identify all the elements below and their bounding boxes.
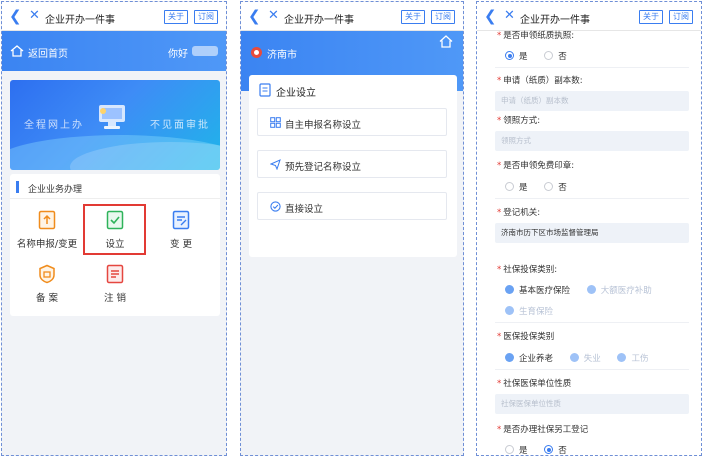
- change-item[interactable]: 变 更: [150, 206, 212, 256]
- banner-text-left: 全程网上办: [24, 120, 84, 131]
- filing-item[interactable]: 备 案: [16, 260, 78, 310]
- about-button[interactable]: 关于: [401, 10, 425, 24]
- grid-icon: [270, 117, 281, 128]
- page-title: 企业开办一件事: [45, 15, 115, 26]
- medical-insurance-label: * 医保投保类别: [497, 332, 555, 342]
- document-upload-icon: [38, 210, 56, 230]
- promo-banner: 全程网上办 不见面审批: [10, 80, 220, 170]
- paper-license-radio-group[interactable]: 是 否: [505, 50, 581, 62]
- greeting-text: 你好: [168, 49, 188, 60]
- page-title: 企业开办一件事: [520, 15, 590, 26]
- checkbox-disabled[interactable]: [505, 306, 514, 315]
- badge-icon: [39, 264, 55, 284]
- checkbox-disabled[interactable]: [569, 353, 579, 362]
- location-pin-icon: [251, 47, 262, 58]
- radio-selected[interactable]: [505, 51, 514, 60]
- radio-unselected[interactable]: [544, 51, 554, 60]
- item-label: 变 更: [169, 239, 193, 250]
- radio-unselected[interactable]: [505, 445, 514, 454]
- copies-label: * 申请（纸质）副本数:: [497, 76, 583, 86]
- self-declare-name-option[interactable]: 自主申报名称设立: [257, 108, 447, 136]
- home-icon[interactable]: [10, 45, 24, 57]
- unit-nature-label: * 社保医保单位性质: [497, 379, 572, 389]
- option-label: 预先登记名称设立: [285, 162, 362, 173]
- subscribe-button[interactable]: 订阅: [194, 10, 218, 24]
- item-label: 名称申报/变更: [16, 239, 78, 250]
- radio-selected[interactable]: [544, 445, 554, 454]
- free-seal-radio-group[interactable]: 是 否: [505, 181, 581, 193]
- close-icon[interactable]: ✕: [29, 8, 40, 24]
- header-bar: 返回首页 你好: [2, 31, 226, 71]
- document-edit-icon: [172, 210, 190, 230]
- title-bar: ❮ ✕ 企业开办一件事 关于 订阅: [241, 2, 463, 31]
- home-icon[interactable]: [439, 35, 453, 48]
- registration-authority-label: * 登记机关:: [497, 208, 541, 218]
- document-cancel-icon: [106, 264, 124, 284]
- screen-application-form: ❮ ✕ 企业开办一件事 关于 订阅 * 是否申领纸质执照: 是 否 * 申请（纸质）…: [476, 1, 702, 456]
- about-button[interactable]: 关于: [164, 10, 188, 24]
- page-title: 企业开办一件事: [284, 15, 354, 26]
- computer-illustration-icon: [99, 105, 125, 129]
- section-header: 企业业务办理: [10, 180, 220, 195]
- business-card: 企业业务办理 名称申报/变更 设立 变 更 备 案 注 销: [10, 174, 220, 316]
- option-label: 自主申报名称设立: [285, 120, 362, 131]
- checkbox-disabled[interactable]: [586, 285, 596, 294]
- employment-registration-radio-group[interactable]: 是 否: [505, 444, 581, 455]
- close-icon[interactable]: ✕: [268, 8, 279, 24]
- subscribe-button[interactable]: 订阅: [431, 10, 455, 24]
- pre-registered-name-option[interactable]: 预先登记名称设立: [257, 150, 447, 178]
- social-insurance-options-row2[interactable]: 生育保险: [505, 305, 567, 317]
- close-icon[interactable]: ✕: [504, 8, 515, 24]
- name-declare-change-item[interactable]: 名称申报/变更: [16, 206, 78, 256]
- back-icon[interactable]: ❮: [484, 8, 497, 24]
- title-bar: ❮ ✕ 企业开办一件事 关于 订阅: [477, 2, 701, 31]
- option-label: 直接设立: [285, 204, 324, 215]
- screen-establish-options: ❮ ✕ 企业开办一件事 关于 订阅 济南市 企业设立 自主申报名称设立 预先登记…: [240, 1, 464, 456]
- back-icon[interactable]: ❮: [9, 8, 22, 24]
- direct-establish-option[interactable]: 直接设立: [257, 192, 447, 220]
- radio-unselected[interactable]: [544, 182, 554, 191]
- paper-license-label: * 是否申领纸质执照:: [497, 31, 575, 41]
- city-label[interactable]: 济南市: [267, 46, 297, 61]
- copies-input[interactable]: 申请（纸质）副本数: [495, 91, 689, 111]
- check-circle-icon: [270, 201, 281, 212]
- cancellation-item[interactable]: 注 销: [84, 260, 146, 310]
- subscribe-button[interactable]: 订阅: [669, 10, 693, 24]
- application-form: * 是否申领纸质执照: 是 否 * 申请（纸质）副本数: 申请（纸质）副本数 * 领照…: [477, 31, 701, 455]
- radio-unselected[interactable]: [505, 182, 514, 191]
- free-seal-label: * 是否申领免费印章:: [497, 161, 575, 171]
- establish-card: 企业设立 自主申报名称设立 预先登记名称设立 直接设立: [249, 75, 457, 257]
- about-button[interactable]: 关于: [639, 10, 663, 24]
- title-bar: ❮ ✕ 企业开办一件事 关于 订阅: [2, 2, 226, 31]
- card-title: 企业设立: [276, 88, 316, 99]
- selection-highlight: [83, 204, 146, 255]
- screen-business-home: ❮ ✕ 企业开办一件事 关于 订阅 返回首页 你好 全程网上办 不见面审批 企业…: [1, 1, 227, 456]
- employment-registration-label: * 是否办理社保另工登记: [497, 425, 589, 435]
- banner-text-right: 不见面审批: [150, 120, 210, 131]
- social-insurance-options-row1[interactable]: 基本医疗保险 大额医疗补助: [505, 284, 666, 296]
- checkbox-selected[interactable]: [505, 353, 514, 362]
- pickup-method-select[interactable]: 领照方式: [495, 131, 689, 151]
- unit-nature-select[interactable]: 社保医保单位性质: [495, 394, 689, 414]
- item-label: 备 案: [35, 293, 59, 304]
- pickup-method-label: * 领照方式:: [497, 116, 541, 126]
- item-label: 注 销: [103, 293, 127, 304]
- back-home-link[interactable]: 返回首页: [28, 45, 68, 60]
- username-blurred: [192, 46, 218, 56]
- section-title: 企业业务办理: [28, 185, 83, 195]
- document-icon: [259, 83, 271, 97]
- social-insurance-label: * 社保投保类别:: [497, 265, 558, 275]
- checkbox-disabled[interactable]: [617, 353, 627, 362]
- checkbox-selected[interactable]: [505, 285, 514, 294]
- send-icon: [270, 159, 281, 170]
- medical-insurance-options[interactable]: 企业养老 失业 工伤: [505, 352, 662, 364]
- registration-authority-field[interactable]: 济南市历下区市场监督管理局: [495, 223, 689, 243]
- back-icon[interactable]: ❮: [248, 8, 261, 24]
